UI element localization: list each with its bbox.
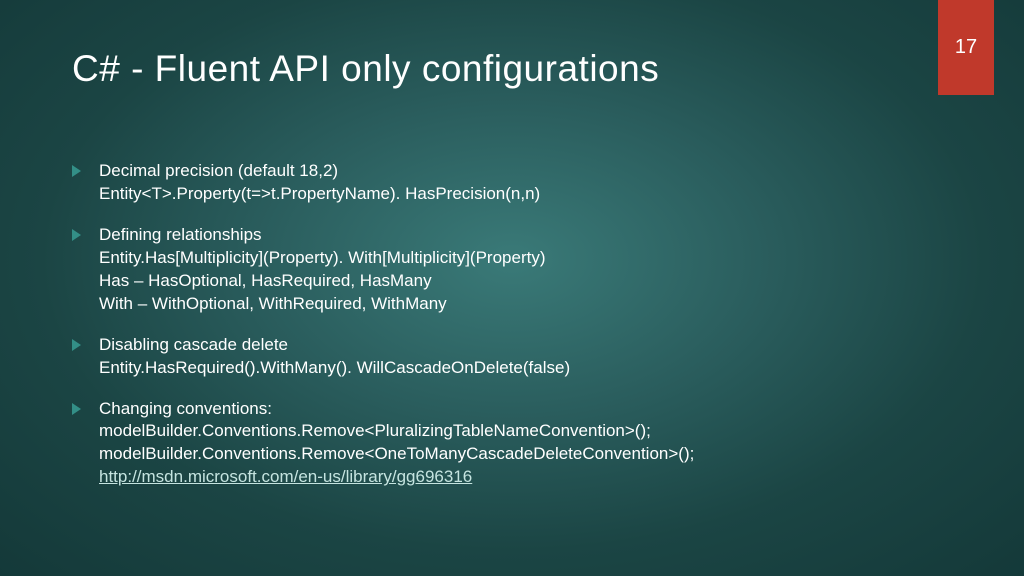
chevron-right-icon (72, 339, 81, 351)
page-number-badge: 17 (938, 0, 994, 95)
slide-title: C# - Fluent API only configurations (72, 48, 659, 90)
bullet-line: Changing conventions: (99, 399, 272, 418)
page-number-text: 17 (955, 36, 977, 59)
bullet-line: Entity<T>.Property(t=>t.PropertyName). H… (99, 184, 540, 203)
bullet-item: Changing conventions: modelBuilder.Conve… (72, 398, 964, 490)
bullet-line: Decimal precision (default 18,2) (99, 161, 338, 180)
chevron-right-icon (72, 165, 81, 177)
bullet-text: Disabling cascade delete Entity.HasRequi… (99, 334, 964, 380)
bullet-line: modelBuilder.Conventions.Remove<Pluraliz… (99, 421, 651, 440)
chevron-right-icon (72, 229, 81, 241)
bullet-line: Defining relationships (99, 225, 262, 244)
bullet-item: Disabling cascade delete Entity.HasRequi… (72, 334, 964, 380)
bullet-item: Defining relationships Entity.Has[Multip… (72, 224, 964, 316)
bullet-line: modelBuilder.Conventions.Remove<OneToMan… (99, 444, 694, 463)
bullet-item: Decimal precision (default 18,2) Entity<… (72, 160, 964, 206)
bullet-text: Defining relationships Entity.Has[Multip… (99, 224, 964, 316)
bullet-text: Decimal precision (default 18,2) Entity<… (99, 160, 964, 206)
bullet-line: Entity.Has[Multiplicity](Property). With… (99, 248, 546, 267)
msdn-link[interactable]: http://msdn.microsoft.com/en-us/library/… (99, 467, 472, 486)
bullet-text: Changing conventions: modelBuilder.Conve… (99, 398, 964, 490)
bullet-line: Entity.HasRequired().WithMany(). WillCas… (99, 358, 570, 377)
bullet-line: With – WithOptional, WithRequired, WithM… (99, 294, 447, 313)
chevron-right-icon (72, 403, 81, 415)
content-area: Decimal precision (default 18,2) Entity<… (72, 160, 964, 507)
bullet-line: Has – HasOptional, HasRequired, HasMany (99, 271, 432, 290)
bullet-line: Disabling cascade delete (99, 335, 288, 354)
